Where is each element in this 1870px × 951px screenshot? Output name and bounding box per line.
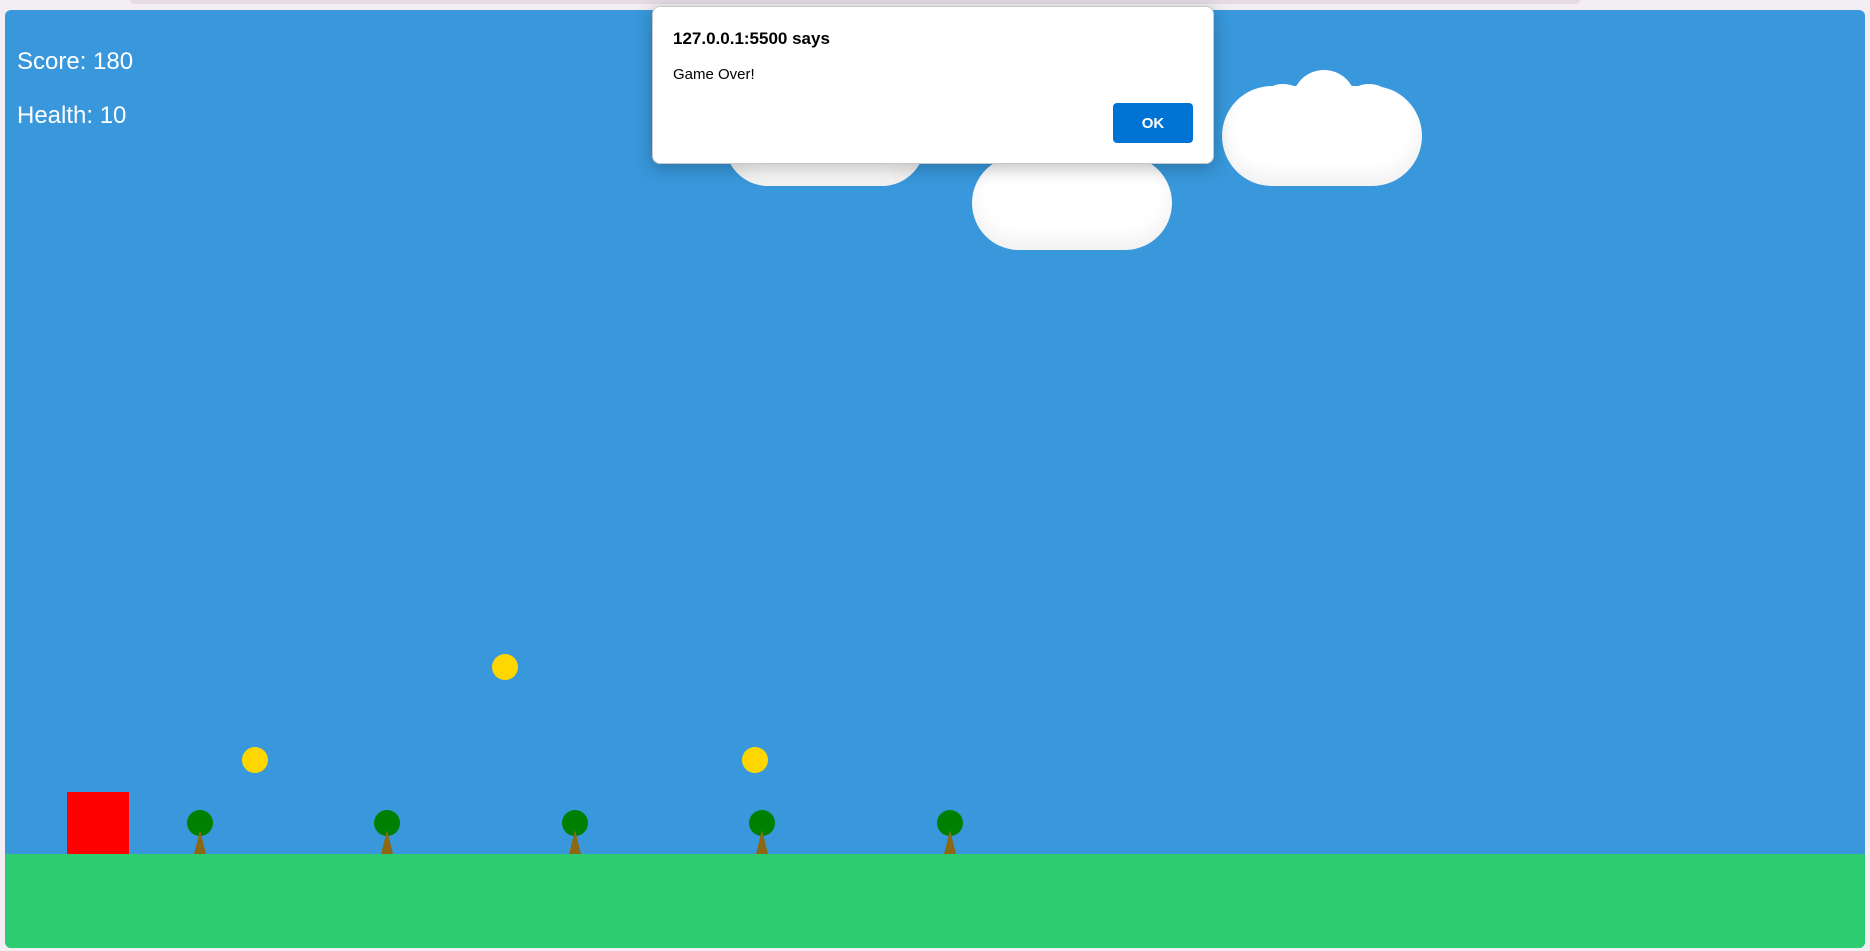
cloud [1222,70,1422,186]
tree-trunk [194,830,206,854]
score-display: Score: 180 [17,48,134,75]
cloud [972,144,1172,250]
tree-trunk [756,830,768,854]
dialog-message: Game Over! [673,66,755,83]
coin [742,747,768,773]
ok-button[interactable]: OK [1113,103,1193,143]
alert-dialog: 127.0.0.1:5500 says Game Over! OK [652,6,1214,164]
player-character [67,792,129,854]
tree [936,810,964,854]
ground [5,854,1865,948]
browser-top-strip [130,0,1580,4]
tree [561,810,589,854]
tree-trunk [381,830,393,854]
coin [242,747,268,773]
tree-trunk [944,830,956,854]
tree [373,810,401,854]
tree-trunk [569,830,581,854]
health-display: Health: 10 [17,102,127,129]
tree [186,810,214,854]
dialog-title: 127.0.0.1:5500 says [673,29,830,48]
tree [748,810,776,854]
coin [492,654,518,680]
